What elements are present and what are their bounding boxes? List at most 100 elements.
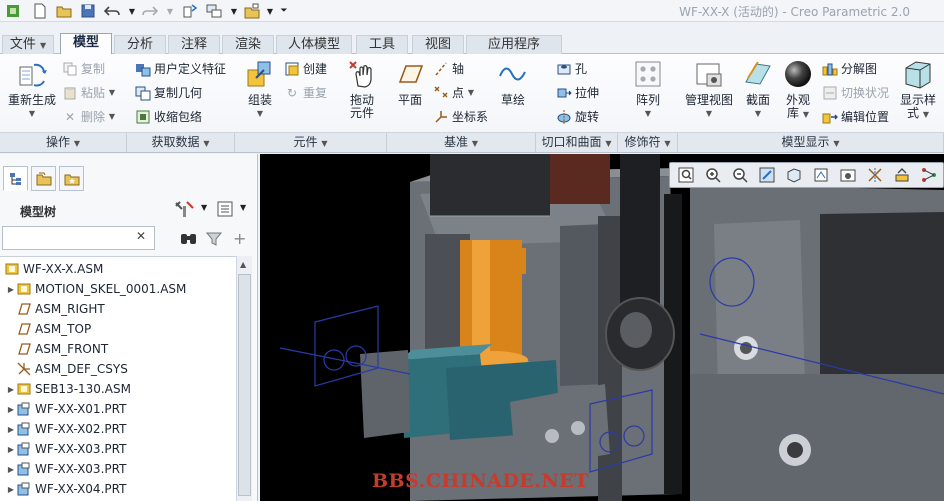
copy-button[interactable]: 复制 xyxy=(62,60,105,77)
favorites-tab[interactable] xyxy=(59,166,84,191)
view-manager-icon[interactable] xyxy=(836,164,860,186)
tree-node[interactable]: WF-XX-X.ASM xyxy=(4,259,103,279)
refit-icon[interactable] xyxy=(674,164,698,186)
assemble-button[interactable]: 组装 ▼ xyxy=(240,58,280,120)
tree-node[interactable]: ▶ MOTION_SKEL_0001.ASM xyxy=(6,279,186,299)
appearance-gallery-button[interactable]: 外观 库 ▼ xyxy=(780,58,816,121)
graphics-window[interactable]: BBS.CHINADE.NET xyxy=(260,154,944,501)
spin-center-icon[interactable] xyxy=(890,164,914,186)
model-tree-tab[interactable] xyxy=(3,166,28,191)
tree-node[interactable]: ASM_TOP xyxy=(6,319,91,339)
tree-node[interactable]: ▶ WF-XX-X01.PRT xyxy=(6,399,127,419)
repeat-button[interactable]: ↻ 重复 xyxy=(284,84,327,101)
display-style-icon[interactable] xyxy=(782,164,806,186)
expand-arrow-icon[interactable]: ▶ xyxy=(6,385,16,394)
group-datum[interactable]: 基准 ▼ xyxy=(387,132,536,152)
redo-icon[interactable] xyxy=(142,3,158,19)
group-component[interactable]: 元件 ▼ xyxy=(235,132,387,152)
group-operations[interactable]: 操作 ▼ xyxy=(0,132,127,152)
copy-geometry-button[interactable]: 复制几何 xyxy=(135,84,202,101)
exploded-view-button[interactable]: 分解图 xyxy=(822,60,877,77)
add-column-icon[interactable]: + xyxy=(233,229,246,248)
vertical-scrollbar[interactable]: ▲ xyxy=(236,256,252,501)
pattern-button[interactable]: 阵列 ▼ xyxy=(630,58,666,120)
edit-position-button[interactable]: 编辑位置 xyxy=(822,108,889,125)
annotation-display-icon[interactable] xyxy=(917,164,941,186)
tree-node[interactable]: ASM_FRONT xyxy=(6,339,108,359)
sketch-button[interactable]: 草绘 xyxy=(494,58,532,107)
group-modifiers[interactable]: 修饰符 ▼ xyxy=(618,132,678,152)
find-icon[interactable] xyxy=(180,231,198,250)
assembly-3d-model[interactable] xyxy=(260,154,944,501)
datum-axis-button[interactable]: 轴 xyxy=(433,60,464,77)
tab-applications[interactable]: 应用程序 xyxy=(466,35,562,54)
switch-window-icon[interactable] xyxy=(206,3,222,19)
settings-icon[interactable] xyxy=(174,200,196,221)
hole-button[interactable]: 孔 xyxy=(556,60,587,77)
expand-arrow-icon[interactable]: ▶ xyxy=(6,405,16,414)
close-window-icon[interactable] xyxy=(244,3,260,19)
expand-arrow-icon[interactable]: ▶ xyxy=(6,485,16,494)
settings-dropdown-icon[interactable]: ▼ xyxy=(201,203,207,212)
datum-display-icon[interactable] xyxy=(863,164,887,186)
expand-arrow-icon[interactable]: ▶ xyxy=(6,285,16,294)
datum-plane-button[interactable]: 平面 xyxy=(392,58,428,107)
save-icon[interactable] xyxy=(80,3,96,19)
group-model-display[interactable]: 模型显示 ▼ xyxy=(678,132,944,152)
tree-node[interactable]: ASM_DEF_CSYS xyxy=(6,359,128,379)
tree-node[interactable]: ▶ WF-XX-X03.PRT xyxy=(6,459,127,479)
undo-icon[interactable] xyxy=(104,3,120,19)
shrinkwrap-button[interactable]: 收缩包络 xyxy=(135,108,202,125)
expand-arrow-icon[interactable]: ▶ xyxy=(6,425,16,434)
new-icon[interactable] xyxy=(32,3,48,19)
tab-file[interactable]: 文件 ▼ xyxy=(2,35,54,54)
udf-button[interactable]: 用户定义特征 xyxy=(135,60,226,77)
tree-node[interactable]: ▶ WF-XX-X03.PRT xyxy=(6,439,127,459)
filter-icon[interactable] xyxy=(205,231,223,250)
tree-node[interactable]: ASM_RIGHT xyxy=(6,299,105,319)
group-cut-surface[interactable]: 切口和曲面 ▼ xyxy=(536,132,618,152)
drag-components-button[interactable]: 拖动 元件 xyxy=(340,58,384,120)
zoom-out-icon[interactable] xyxy=(728,164,752,186)
show-dropdown-icon[interactable]: ▼ xyxy=(240,203,246,212)
expand-arrow-icon[interactable]: ▶ xyxy=(6,445,16,454)
zoom-in-icon[interactable] xyxy=(701,164,725,186)
group-get-data[interactable]: 获取数据 ▼ xyxy=(127,132,235,152)
paste-button[interactable]: 粘贴 ▼ xyxy=(62,84,115,101)
show-menu-icon[interactable] xyxy=(216,200,234,221)
create-component-button[interactable]: 创建 xyxy=(284,60,327,77)
clear-search-icon[interactable]: ✕ xyxy=(136,229,146,243)
tab-manikin[interactable]: 人体模型 xyxy=(276,35,352,54)
extrude-button[interactable]: 拉伸 xyxy=(556,84,599,101)
customize-icon[interactable]: ⏷ xyxy=(276,3,292,19)
tab-annotate[interactable]: 注释 xyxy=(168,35,220,54)
scroll-thumb[interactable] xyxy=(238,274,251,496)
windows-dropdown-icon[interactable]: ▼ xyxy=(226,3,242,19)
datum-point-button[interactable]: 点 ▼ xyxy=(433,84,474,101)
tab-model[interactable]: 模型 xyxy=(60,33,112,55)
tree-search-input[interactable] xyxy=(2,226,155,250)
tree-node[interactable]: ▶ SEB13-130.ASM xyxy=(6,379,131,399)
revolve-button[interactable]: 旋转 xyxy=(556,108,599,125)
undo-dropdown-icon[interactable]: ▼ xyxy=(124,3,140,19)
scroll-up-icon[interactable]: ▲ xyxy=(240,260,246,269)
folder-browser-tab[interactable] xyxy=(31,166,56,191)
saved-views-icon[interactable] xyxy=(809,164,833,186)
tab-render[interactable]: 渲染 xyxy=(222,35,274,54)
regenerate-icon[interactable] xyxy=(182,3,198,19)
tab-view[interactable]: 视图 xyxy=(412,35,464,54)
repaint-icon[interactable] xyxy=(755,164,779,186)
tab-analysis[interactable]: 分析 xyxy=(114,35,166,54)
redo-dropdown-icon[interactable]: ▼ xyxy=(162,3,178,19)
delete-button[interactable]: ✕ 删除 ▼ xyxy=(62,108,115,125)
expand-arrow-icon[interactable]: ▶ xyxy=(6,465,16,474)
toggle-status-button[interactable]: 切换状况 xyxy=(822,84,889,101)
datum-csys-button[interactable]: 坐标系 xyxy=(433,108,488,125)
tab-tools[interactable]: 工具 xyxy=(356,35,408,54)
display-style-button[interactable]: 显示样 式 ▼ xyxy=(894,58,942,121)
manage-views-button[interactable]: 管理视图 ▼ xyxy=(682,58,736,120)
regenerate-button[interactable]: 重新生成 ▼ xyxy=(4,58,60,120)
section-button[interactable]: 截面 ▼ xyxy=(740,58,776,120)
tree-node[interactable]: ▶ WF-XX-X04.PRT xyxy=(6,479,127,499)
tree-node[interactable]: ▶ WF-XX-X02.PRT xyxy=(6,419,127,439)
